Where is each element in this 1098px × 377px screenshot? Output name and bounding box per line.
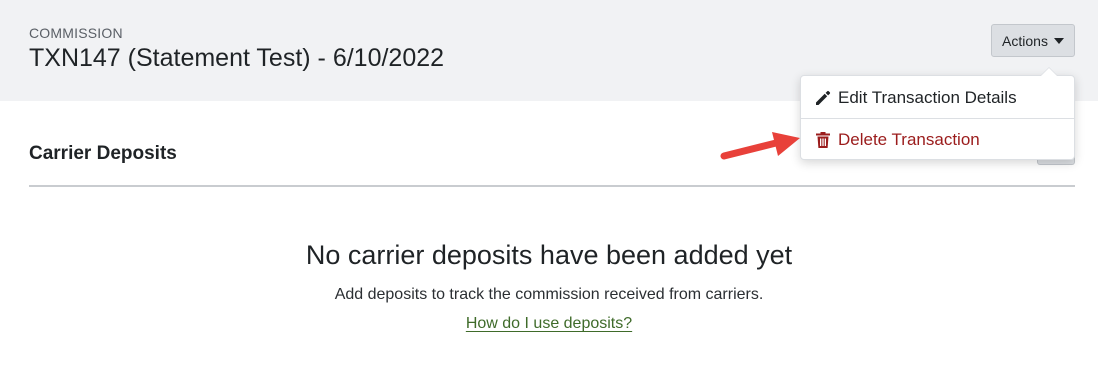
section-divider	[29, 185, 1075, 187]
menu-item-label: Delete Transaction	[838, 129, 980, 149]
empty-state-heading: No carrier deposits have been added yet	[305, 240, 793, 270]
section-title: Carrier Deposits	[29, 143, 177, 164]
menu-item-label: Edit Transaction Details	[838, 87, 1017, 107]
caret-down-icon	[1053, 38, 1064, 44]
actions-button[interactable]: Actions	[991, 24, 1075, 57]
menu-item-edit-transaction[interactable]: Edit Transaction Details	[801, 77, 1074, 118]
menu-item-delete-transaction[interactable]: Delete Transaction	[801, 119, 1074, 160]
actions-dropdown-menu: Edit Transaction Details Delete Transact…	[800, 67, 1075, 160]
trash-icon	[813, 130, 833, 150]
help-link-container: How do I use deposits?	[0, 315, 1098, 333]
page-eyebrow: COMMISSION	[29, 25, 123, 41]
help-link[interactable]: How do I use deposits?	[466, 315, 632, 332]
pencil-icon	[813, 88, 833, 108]
callout-arrow-icon	[720, 132, 800, 160]
empty-state-description: Add deposits to track the commission rec…	[334, 286, 764, 303]
actions-button-label: Actions	[1002, 32, 1048, 49]
page-title: TXN147 (Statement Test) - 6/10/2022	[29, 44, 445, 72]
